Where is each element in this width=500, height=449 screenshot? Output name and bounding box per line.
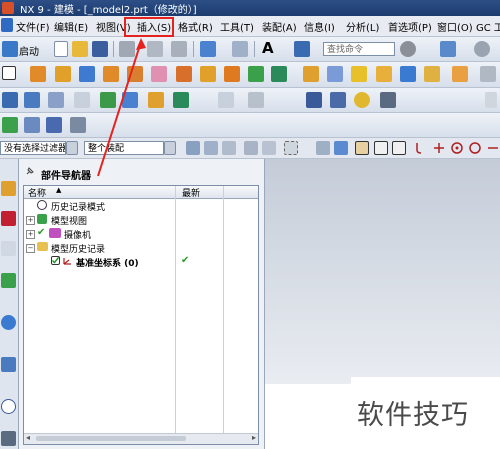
annotation-arrow — [97, 38, 146, 177]
